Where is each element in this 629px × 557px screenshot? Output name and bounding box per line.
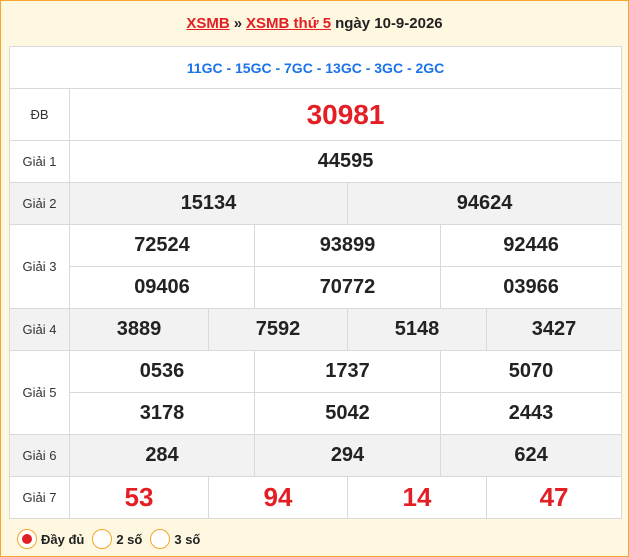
prize-label-g2: Giải 2 [9,182,70,225]
seventh-prize-value: 47 [485,476,623,519]
prize-codes: 11GC - 15GC - 7GC - 13GC - 3GC - 2GC [8,46,623,89]
radio-icon[interactable] [92,529,113,549]
radio-icon[interactable] [150,529,171,549]
results-table: 11GC - 15GC - 7GC - 13GC - 3GC - 2GC ĐB … [8,46,623,519]
prize-label-g3: Giải 3 [9,224,70,309]
sixth-prize-value: 284 [69,434,255,477]
prize-label-g1: Giải 1 [9,140,70,183]
fifth-prize-value: 1737 [254,350,441,393]
prize-label-db: ĐB [9,88,70,141]
option-label: Đầy đủ [41,531,85,547]
first-prize-value: 44595 [68,140,623,183]
prize-label-g5: Giải 5 [9,350,70,435]
sixth-prize-value: 294 [254,434,441,477]
breadcrumb-separator: » [233,15,243,32]
fifth-prize-value: 5070 [439,350,623,393]
third-prize-value: 03966 [439,266,623,309]
xsmb-thursday-link[interactable]: XSMB thứ 5 [246,15,331,32]
option-full[interactable]: Đầy đủ [17,529,84,549]
prize-label-g6: Giải 6 [9,434,70,477]
fifth-prize-value: 2443 [439,392,623,435]
second-prize-value: 15134 [69,182,348,225]
third-prize-value: 09406 [69,266,255,309]
prize-label-g4: Giải 4 [9,308,70,351]
display-options: Đầy đủ 2 số 3 số [9,522,621,556]
fourth-prize-value: 5148 [347,308,487,351]
fourth-prize-value: 3889 [69,308,209,351]
draw-date: ngày 10-9-2026 [335,15,443,32]
third-prize-value: 72524 [69,224,255,267]
results-panel: XSMB » XSMB thứ 5 ngày 10-9-2026 11GC - … [0,0,629,557]
fourth-prize-value: 7592 [208,308,348,351]
radio-selected-icon[interactable] [17,529,37,549]
sixth-prize-value: 624 [439,434,623,477]
prize-label-g7: Giải 7 [9,476,70,519]
option-label: 3 số [174,531,201,547]
second-prize-value: 94624 [346,182,623,225]
option-3-digits[interactable]: 3 số [150,529,200,549]
panel-header: XSMB » XSMB thứ 5 ngày 10-9-2026 [1,1,628,46]
third-prize-value: 93899 [254,224,441,267]
fourth-prize-value: 3427 [485,308,623,351]
seventh-prize-value: 14 [347,476,487,519]
xsmb-link[interactable]: XSMB [186,15,229,32]
seventh-prize-value: 53 [69,476,209,519]
option-2-digits[interactable]: 2 số [92,529,142,549]
option-label: 2 số [116,531,143,547]
fifth-prize-value: 0536 [69,350,255,393]
third-prize-value: 70772 [254,266,441,309]
seventh-prize-value: 94 [208,476,348,519]
fifth-prize-value: 5042 [254,392,441,435]
third-prize-value: 92446 [439,224,623,267]
special-prize-value: 30981 [68,88,623,141]
fifth-prize-value: 3178 [69,392,255,435]
